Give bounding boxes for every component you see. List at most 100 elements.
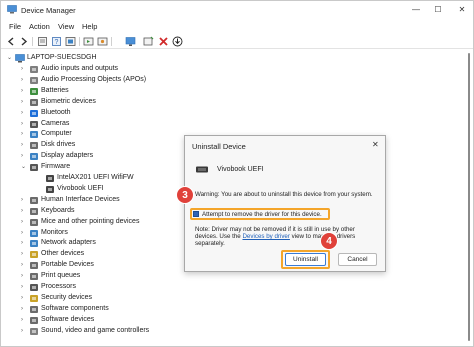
- tree-item-label: Processors: [41, 283, 77, 290]
- maximize-button[interactable]: ☐: [428, 1, 448, 19]
- security-icon: [30, 294, 38, 302]
- chevron-down-icon[interactable]: ⌄: [21, 162, 27, 173]
- scrollbar-thumb[interactable]: [468, 53, 470, 341]
- tree-item-label: Other devices: [41, 250, 85, 258]
- scan-icon[interactable]: [83, 36, 94, 47]
- callout-badge-4: 4: [320, 232, 338, 250]
- chevron-right-icon[interactable]: ›: [21, 64, 27, 75]
- add-device-icon[interactable]: [143, 36, 154, 47]
- tree-item-label: Batteries: [41, 86, 69, 94]
- tree-item-label: Bluetooth: [41, 108, 71, 116]
- close-button[interactable]: ✕: [452, 1, 472, 19]
- hid-icon: [30, 196, 38, 204]
- chevron-right-icon[interactable]: ›: [21, 129, 27, 140]
- chevron-right-icon[interactable]: ›: [21, 249, 27, 260]
- chevron-right-icon[interactable]: ›: [21, 206, 27, 217]
- monitor-icon[interactable]: [125, 36, 136, 47]
- chevron-right-icon[interactable]: ›: [21, 195, 27, 206]
- forward-icon[interactable]: [18, 36, 29, 47]
- properties-icon[interactable]: [37, 36, 48, 47]
- battery-icon: [30, 87, 38, 95]
- dialog-device-name: Vivobook UEFI: [217, 166, 264, 173]
- chevron-right-icon[interactable]: ›: [21, 271, 27, 282]
- tree-item-label: Audio inputs and outputs: [41, 65, 119, 72]
- cancel-button[interactable]: Cancel: [338, 253, 377, 266]
- dialog-title: Uninstall Device: [192, 142, 246, 151]
- devices-by-driver-link[interactable]: Devices by driver: [242, 233, 289, 240]
- device-manager-icon: [7, 5, 17, 14]
- chip-icon: [46, 175, 54, 182]
- chevron-right-icon[interactable]: ›: [21, 326, 27, 337]
- tree-item-label: Software devices: [41, 315, 95, 323]
- chevron-right-icon[interactable]: ›: [21, 238, 27, 249]
- chevron-right-icon[interactable]: ›: [21, 260, 27, 271]
- tree-item-label: Mice and other pointing devices: [41, 217, 140, 225]
- dialog-warning: Warning: You are about to uninstall this…: [195, 191, 373, 198]
- svg-text:?: ?: [55, 39, 59, 46]
- remove-driver-label[interactable]: Attempt to remove the driver for this de…: [202, 211, 322, 218]
- menu-help[interactable]: Help: [82, 22, 97, 31]
- callout-badge-3: 3: [176, 186, 194, 204]
- chevron-right-icon[interactable]: ›: [21, 293, 27, 304]
- keyboard-icon: [30, 207, 38, 215]
- firmware-icon: [30, 164, 38, 172]
- menu-file[interactable]: File: [9, 22, 21, 31]
- tree-item-label: Print queues: [41, 272, 81, 280]
- title-bar: Device Manager — ☐ ✕: [1, 1, 473, 19]
- chevron-right-icon[interactable]: ›: [21, 282, 27, 293]
- tree-item-label: Keyboards: [41, 206, 75, 214]
- chevron-right-icon[interactable]: ›: [21, 86, 27, 97]
- menu-action[interactable]: Action: [29, 22, 50, 31]
- chevron-right-icon[interactable]: ›: [21, 97, 27, 108]
- mouse-icon: [30, 218, 38, 226]
- toolbar: ?: [1, 34, 473, 49]
- tree-item-label: Cameras: [41, 119, 70, 127]
- fingerprint-icon: [30, 98, 38, 106]
- network-icon: [30, 240, 38, 248]
- add-hardware-icon[interactable]: [97, 36, 108, 47]
- chevron-right-icon[interactable]: ›: [21, 119, 27, 130]
- menu-bar: File Action View Help: [1, 20, 473, 33]
- unknown-device-icon: [30, 251, 38, 259]
- dialog-close-button[interactable]: ✕: [372, 140, 379, 149]
- display-icon: [30, 153, 38, 161]
- chevron-right-icon[interactable]: ›: [21, 140, 27, 151]
- speaker-icon: [30, 66, 38, 73]
- chevron-right-icon[interactable]: ›: [21, 315, 27, 326]
- minimize-button[interactable]: —: [406, 1, 426, 19]
- toolbar-separator: [111, 37, 112, 46]
- chevron-right-icon[interactable]: ›: [21, 228, 27, 239]
- tree-item-label: Software components: [41, 304, 109, 312]
- chevron-right-icon[interactable]: ›: [21, 75, 27, 86]
- back-icon[interactable]: [6, 36, 17, 47]
- chip-icon: [46, 185, 54, 193]
- tree-item-label: Disk drives: [41, 141, 76, 149]
- disable-icon[interactable]: [158, 36, 169, 47]
- tree-item-label: Human Interface Devices: [41, 195, 120, 203]
- computer-icon: [15, 54, 25, 63]
- tree-item-label: Display adapters: [41, 152, 94, 160]
- menu-view[interactable]: View: [58, 22, 74, 31]
- chip-icon: [196, 166, 208, 173]
- chevron-right-icon[interactable]: ›: [21, 151, 27, 162]
- download-icon[interactable]: [172, 36, 183, 47]
- remove-driver-checkbox[interactable]: [193, 211, 199, 217]
- scrollbar[interactable]: [465, 51, 473, 346]
- device-manager-window: Device Manager — ☐ ✕ File Action View He…: [0, 0, 474, 347]
- update-driver-icon[interactable]: [65, 36, 76, 47]
- chevron-right-icon[interactable]: ›: [21, 108, 27, 119]
- toolbar-separator: [32, 37, 33, 46]
- chevron-right-icon[interactable]: ›: [21, 217, 27, 228]
- toolbar-separator: [79, 37, 80, 46]
- window-title: Device Manager: [21, 6, 76, 15]
- speaker-icon: [30, 76, 38, 84]
- chevron-right-icon[interactable]: ›: [21, 304, 27, 315]
- uninstall-dialog: Uninstall Device ✕ Vivobook UEFI Warning…: [184, 135, 386, 272]
- tree-item-label: Firmware: [41, 163, 71, 171]
- monitor-icon: [30, 229, 38, 237]
- help-icon[interactable]: ?: [51, 36, 62, 47]
- bluetooth-icon: [30, 109, 38, 117]
- tree-item-label: Vivobook UEFI: [57, 184, 104, 192]
- uninstall-button[interactable]: Uninstall: [285, 253, 326, 266]
- chevron-down-icon[interactable]: ⌄: [7, 53, 13, 64]
